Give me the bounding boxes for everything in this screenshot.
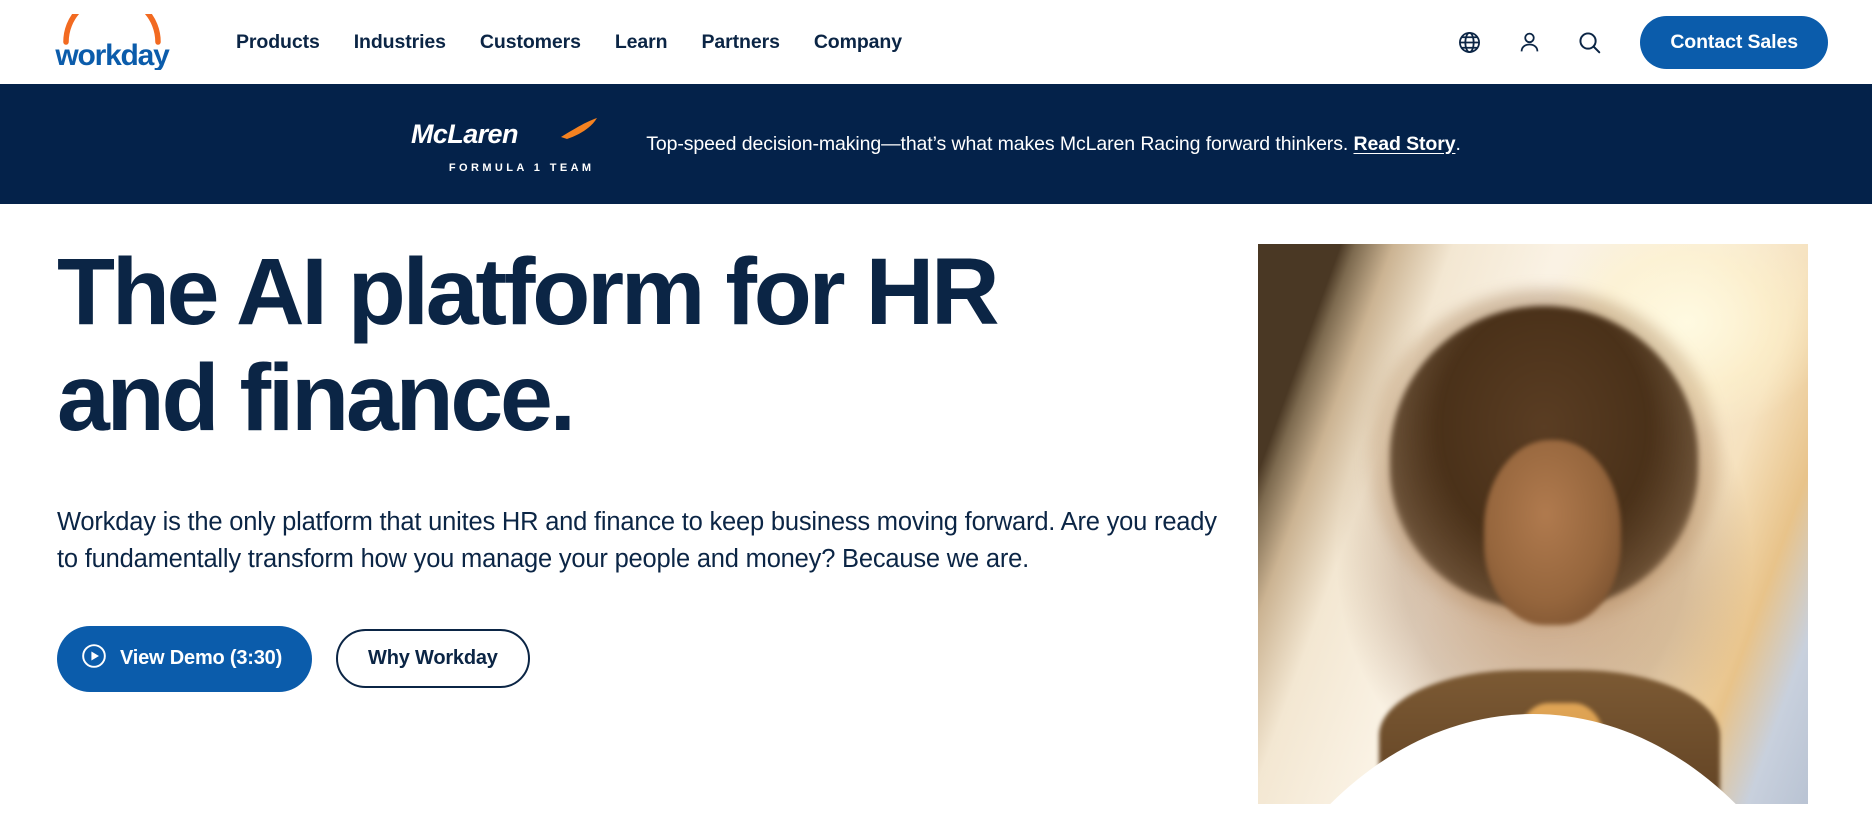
read-story-link[interactable]: Read Story bbox=[1354, 133, 1456, 155]
why-workday-button[interactable]: Why Workday bbox=[336, 629, 530, 689]
view-demo-label: View Demo (3:30) bbox=[120, 647, 283, 670]
promo-message-row: Top-speed decision-making—that’s what ma… bbox=[646, 133, 1461, 156]
promo-message: Top-speed decision-making—that’s what ma… bbox=[646, 132, 1349, 155]
nav-utilities: Contact Sales bbox=[1454, 15, 1828, 69]
contact-sales-button[interactable]: Contact Sales bbox=[1640, 15, 1828, 69]
hero-section: The AI platform for HR and finance. Work… bbox=[0, 204, 1872, 833]
mclaren-subtitle: FORMULA 1 TEAM bbox=[448, 161, 595, 174]
nav-item-industries[interactable]: Industries bbox=[354, 31, 446, 54]
nav-item-customers[interactable]: Customers bbox=[480, 31, 581, 54]
hero-cta-group: View Demo (3:30) Why Workday bbox=[57, 625, 1217, 692]
svg-text:McLaren: McLaren bbox=[411, 119, 518, 149]
mclaren-wordmark: McLaren bbox=[411, 115, 626, 155]
play-circle-icon bbox=[81, 643, 107, 675]
svg-text:workday: workday bbox=[54, 39, 170, 70]
hero-photo-face bbox=[1483, 440, 1621, 625]
search-icon[interactable] bbox=[1574, 27, 1604, 57]
primary-nav-links: Products Industries Customers Learn Part… bbox=[236, 31, 902, 54]
nav-item-learn[interactable]: Learn bbox=[615, 31, 668, 54]
promo-content: McLaren FORMULA 1 TEAM Top-speed decisio… bbox=[411, 115, 1461, 174]
hero-title-line-1: The AI platform for HR bbox=[57, 239, 1000, 345]
mclaren-logo[interactable]: McLaren FORMULA 1 TEAM bbox=[411, 115, 626, 174]
nav-item-partners[interactable]: Partners bbox=[701, 31, 779, 54]
mclaren-promo-banner: McLaren FORMULA 1 TEAM Top-speed decisio… bbox=[0, 84, 1872, 204]
workday-logo[interactable]: workday bbox=[52, 14, 172, 70]
globe-icon[interactable] bbox=[1454, 27, 1484, 57]
nav-item-products[interactable]: Products bbox=[236, 31, 320, 54]
hero-title-line-2: and finance. bbox=[57, 345, 576, 452]
view-demo-button[interactable]: View Demo (3:30) bbox=[57, 625, 313, 692]
hero-subtitle: Workday is the only platform that unites… bbox=[57, 507, 1217, 573]
hero-image bbox=[1258, 244, 1808, 804]
top-navigation-bar: workday Products Industries Customers Le… bbox=[0, 0, 1872, 84]
account-icon[interactable] bbox=[1514, 27, 1544, 57]
nav-item-company[interactable]: Company bbox=[814, 31, 902, 54]
promo-trailing-period: . bbox=[1455, 132, 1461, 155]
hero-copy: The AI platform for HR and finance. Work… bbox=[57, 239, 1217, 692]
page-title: The AI platform for HR and finance. bbox=[57, 239, 1217, 452]
